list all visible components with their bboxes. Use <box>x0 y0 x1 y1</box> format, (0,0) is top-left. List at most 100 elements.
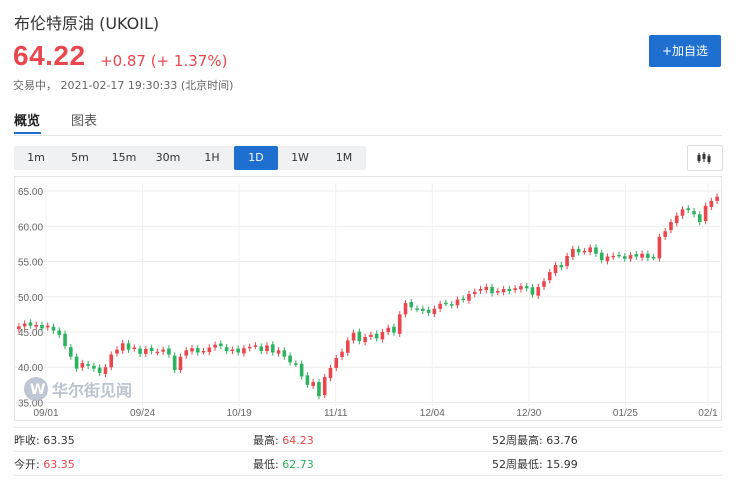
tab-overview[interactable]: 概览 <box>14 110 40 129</box>
range-1w[interactable]: 1W <box>278 146 322 170</box>
candle <box>213 344 217 348</box>
candle <box>640 253 644 258</box>
range-1h[interactable]: 1H <box>190 146 234 170</box>
range-15m[interactable]: 15m <box>102 146 146 170</box>
candle <box>80 363 85 368</box>
candle <box>190 348 194 352</box>
candle <box>247 346 252 349</box>
candle <box>155 351 160 354</box>
candle <box>334 358 339 368</box>
candle <box>582 250 587 253</box>
candle <box>709 200 714 207</box>
watermark-logo-letter: W <box>30 382 45 398</box>
stat-label: 52周最低: <box>492 458 543 471</box>
tab-chart[interactable]: 图表 <box>71 110 97 129</box>
candle <box>519 286 523 290</box>
candle <box>386 327 390 332</box>
candle <box>669 222 673 231</box>
candle <box>172 355 177 371</box>
x-tick-label: 10/19 <box>227 408 252 419</box>
candle <box>611 255 616 258</box>
candle <box>496 291 500 293</box>
candle <box>17 326 21 330</box>
candle <box>224 347 229 352</box>
candle <box>230 349 235 352</box>
candle <box>617 254 621 257</box>
range-1mo[interactable]: 1M <box>322 146 366 170</box>
candle <box>51 326 56 331</box>
x-tick-label: 11/11 <box>324 408 348 419</box>
candle <box>317 382 321 397</box>
candle <box>588 247 592 253</box>
candle <box>28 322 33 326</box>
candle <box>161 349 165 352</box>
candle <box>259 346 264 352</box>
stat-label: 最高: <box>253 434 279 447</box>
candle <box>432 308 437 315</box>
candle <box>74 356 79 369</box>
candle <box>692 211 696 215</box>
candle <box>299 363 304 377</box>
candle <box>184 350 189 356</box>
candlestick-chart: 65.0060.0055.0050.0045.0040.0035.0009/01… <box>14 176 722 421</box>
candle <box>409 302 414 308</box>
chart-type-button[interactable] <box>687 145 723 171</box>
week52-low-value: 15.99 <box>546 458 578 471</box>
candle <box>674 215 679 224</box>
candle <box>663 231 667 237</box>
candle <box>270 344 275 353</box>
candle <box>282 350 287 357</box>
x-tick-label: 02/1 <box>698 408 718 419</box>
range-5m[interactable]: 5m <box>58 146 102 170</box>
week52-high-value: 63.76 <box>546 434 578 447</box>
candle <box>86 364 90 366</box>
candle <box>45 325 50 328</box>
range-1d[interactable]: 1D <box>234 146 278 170</box>
candle <box>594 247 598 254</box>
candle <box>311 382 315 386</box>
range-30m[interactable]: 30m <box>146 146 190 170</box>
candle <box>92 365 96 369</box>
stat-label: 今开: <box>14 458 40 471</box>
x-tick-label: 09/01 <box>33 408 58 419</box>
candle <box>346 340 350 353</box>
open-value: 63.35 <box>43 458 75 471</box>
day-low-value: 62.73 <box>282 458 314 471</box>
candle <box>167 348 171 355</box>
x-tick-label: 01/25 <box>613 408 638 419</box>
candle <box>501 289 506 293</box>
range-1m[interactable]: 1m <box>14 146 58 170</box>
candle <box>599 252 604 261</box>
candle <box>288 355 292 363</box>
candle <box>461 298 466 301</box>
candle <box>207 347 212 353</box>
candle <box>536 286 541 296</box>
candle <box>421 308 425 311</box>
stat-label: 昨收: <box>14 434 40 447</box>
candle <box>403 303 408 315</box>
candle <box>698 214 702 223</box>
add-to-watchlist-button[interactable]: +加自选 <box>649 35 721 67</box>
stats-divider <box>14 451 722 452</box>
y-tick-label: 60.00 <box>18 222 43 233</box>
candle <box>524 286 529 289</box>
candle <box>605 256 610 262</box>
candle <box>103 367 108 374</box>
candle <box>628 255 633 259</box>
stat-label: 最低: <box>253 458 279 471</box>
candle <box>455 299 460 306</box>
prev-close-value: 63.35 <box>43 434 75 447</box>
price-chart[interactable]: 65.00 60.00 55.00 50.00 45.00 40.00 35.00 09/01… <box>14 176 722 421</box>
candle <box>144 348 148 354</box>
stats-row: 今开: 63.35 最低: 62.73 52周最低: 15.99 <box>0 456 748 480</box>
candle <box>340 351 344 358</box>
candle <box>553 265 558 274</box>
candle <box>219 343 223 347</box>
candle <box>195 348 200 353</box>
candle <box>120 343 125 351</box>
tab-divider <box>14 135 722 136</box>
candle <box>646 253 650 258</box>
instrument-title: 布伦特原油 (UKOIL) <box>14 14 160 33</box>
x-tick-label: 12/04 <box>420 408 445 419</box>
candle <box>369 334 373 337</box>
